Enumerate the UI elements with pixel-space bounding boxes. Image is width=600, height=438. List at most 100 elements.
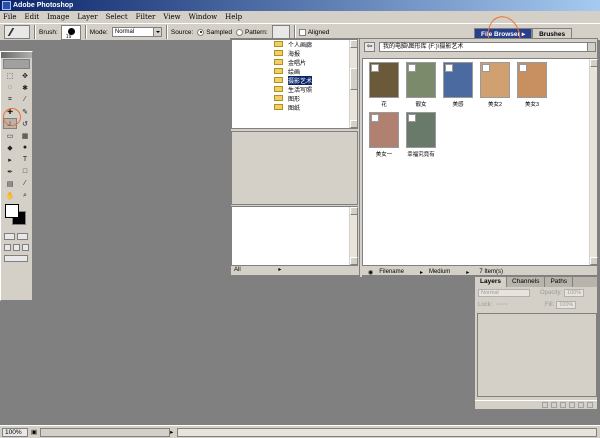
aligned-checkbox[interactable] bbox=[298, 28, 306, 36]
chevron-right-icon[interactable]: ▸ bbox=[278, 267, 281, 273]
thumbnail[interactable]: 美女3 bbox=[515, 62, 549, 112]
screen-mode-full-menu-icon[interactable] bbox=[13, 244, 20, 251]
thumbnail[interactable]: 花 bbox=[367, 62, 401, 112]
toolbox-header[interactable] bbox=[1, 52, 32, 58]
folder-icon bbox=[274, 86, 283, 92]
chevron-right-icon[interactable]: ▸ bbox=[170, 428, 173, 436]
eraser-tool-icon[interactable]: ▭ bbox=[3, 130, 17, 141]
marquee-tool-icon[interactable]: ⬚ bbox=[3, 70, 17, 81]
tab-channels[interactable]: Channels bbox=[507, 277, 546, 287]
magic-wand-icon[interactable]: ✱ bbox=[18, 82, 32, 93]
zoom-tool-icon[interactable]: ⌕ bbox=[18, 190, 32, 201]
healing-brush-icon[interactable]: ✚ bbox=[3, 106, 17, 117]
history-brush-icon[interactable]: ↺ bbox=[18, 118, 32, 129]
tree-item[interactable]: 生活写照 bbox=[274, 85, 312, 94]
new-layer-icon[interactable] bbox=[578, 402, 584, 408]
brush-picker[interactable]: 19 bbox=[60, 24, 81, 40]
tree-scrollbar[interactable] bbox=[349, 40, 357, 128]
scroll-up-icon[interactable] bbox=[350, 207, 358, 215]
status-scroll[interactable] bbox=[177, 427, 598, 437]
tree-item[interactable]: 海报 bbox=[274, 49, 300, 58]
screen-mode-full-icon[interactable] bbox=[22, 244, 29, 251]
type-tool-icon[interactable]: T bbox=[18, 154, 32, 165]
metadata-scrollbar[interactable] bbox=[349, 207, 358, 265]
thumbnail[interactable]: 靓女 bbox=[404, 62, 438, 112]
sampled-radio[interactable] bbox=[197, 28, 205, 36]
view-options-icon[interactable]: ◉ bbox=[368, 269, 373, 276]
thumbnail[interactable]: 美感 bbox=[441, 62, 475, 112]
menu-filter[interactable]: Filter bbox=[136, 13, 156, 21]
thumbnail[interactable]: 美女一 bbox=[367, 112, 401, 162]
opacity-field[interactable]: 100% bbox=[564, 289, 585, 297]
menu-window[interactable]: Window bbox=[189, 13, 218, 21]
scroll-down-icon[interactable] bbox=[350, 120, 357, 128]
thumbnails-scrollbar[interactable] bbox=[589, 59, 598, 265]
thumbnail-size[interactable]: Medium bbox=[429, 269, 450, 275]
quick-mask-icon[interactable] bbox=[17, 233, 28, 240]
scroll-up-icon[interactable] bbox=[590, 59, 598, 67]
menu-file[interactable]: File bbox=[3, 13, 16, 21]
tool-preset-picker[interactable] bbox=[4, 25, 30, 39]
menu-view[interactable]: View bbox=[163, 13, 180, 21]
lock-icons[interactable]: ▫▫▫▫ bbox=[496, 302, 509, 308]
blend-mode-select[interactable]: Normal bbox=[478, 289, 530, 297]
standard-mode-icon[interactable] bbox=[4, 233, 15, 240]
crop-tool-icon[interactable]: ⌗ bbox=[3, 94, 17, 105]
mode-select[interactable]: Normal bbox=[111, 27, 162, 37]
brush-tool-icon[interactable]: ✎ bbox=[18, 106, 32, 117]
tree-item[interactable]: 图形 bbox=[274, 94, 300, 103]
layer-mask-icon[interactable] bbox=[551, 402, 557, 408]
pattern-radio[interactable] bbox=[235, 28, 243, 36]
menu-layer[interactable]: Layer bbox=[77, 13, 97, 21]
menu-image[interactable]: Image bbox=[47, 13, 69, 21]
thumbnail-label: 幸福究竟有 bbox=[407, 152, 435, 158]
foreground-color[interactable] bbox=[5, 204, 19, 218]
pen-tool-icon[interactable]: ✒ bbox=[3, 166, 17, 177]
scroll-up-icon[interactable] bbox=[350, 40, 357, 48]
tab-layers[interactable]: Layers bbox=[475, 277, 507, 287]
chevron-right-icon[interactable]: ▸ bbox=[420, 269, 423, 276]
divider bbox=[34, 25, 35, 39]
move-tool-icon[interactable]: ✥ bbox=[18, 70, 32, 81]
clone-stamp-icon[interactable]: ⊥ bbox=[3, 118, 17, 129]
scroll-down-icon[interactable] bbox=[350, 257, 358, 265]
screen-mode-standard-icon[interactable] bbox=[4, 244, 11, 251]
adjustment-layer-icon[interactable] bbox=[569, 402, 575, 408]
tree-item-selected[interactable]: 摄影艺术 bbox=[274, 75, 313, 85]
trash-icon[interactable] bbox=[587, 402, 593, 408]
jump-to-imageready-icon[interactable] bbox=[4, 255, 28, 262]
layer-style-icon[interactable] bbox=[542, 402, 548, 408]
dodge-tool-icon[interactable]: ● bbox=[18, 142, 32, 153]
zoom-field[interactable]: 100% bbox=[2, 427, 28, 437]
notes-tool-icon[interactable]: ▤ bbox=[3, 178, 17, 189]
path-select-icon[interactable]: ▸ bbox=[3, 154, 17, 165]
scroll-thumb[interactable] bbox=[350, 68, 357, 90]
thumbnail[interactable]: 美女2 bbox=[478, 62, 512, 112]
tab-paths[interactable]: Paths bbox=[545, 277, 574, 287]
layer-set-icon[interactable] bbox=[560, 402, 566, 408]
adobe-logo-icon[interactable] bbox=[3, 59, 30, 69]
eyedropper-icon[interactable]: ⁄ bbox=[18, 178, 32, 189]
thumbnail[interactable]: 幸福究竟有 bbox=[404, 112, 438, 162]
tree-item[interactable]: 金唱片 bbox=[274, 58, 306, 67]
path-select[interactable]: 我的电脑\图形库 (F:)\摄影艺术 bbox=[379, 42, 596, 52]
hand-tool-icon[interactable]: ✋ bbox=[3, 190, 17, 201]
blur-tool-icon[interactable]: ◆ bbox=[3, 142, 17, 153]
sort-by[interactable]: Filename bbox=[379, 269, 404, 275]
menu-help[interactable]: Help bbox=[225, 13, 242, 21]
lasso-tool-icon[interactable]: ◌ bbox=[3, 82, 17, 93]
tree-item[interactable]: 个人画廊 bbox=[274, 40, 312, 49]
chevron-right-icon[interactable]: ▸ bbox=[466, 269, 469, 276]
menu-edit[interactable]: Edit bbox=[24, 13, 39, 21]
menu-select[interactable]: Select bbox=[106, 13, 128, 21]
up-folder-icon[interactable]: ⇦ bbox=[364, 42, 375, 52]
fill-field[interactable]: 100% bbox=[556, 301, 577, 309]
tree-item[interactable]: 绘画 bbox=[274, 67, 300, 76]
document-icon[interactable]: ▣ bbox=[31, 428, 37, 436]
metadata-filter[interactable]: All bbox=[234, 267, 241, 273]
shape-tool-icon[interactable]: □ bbox=[18, 166, 32, 177]
scroll-down-icon[interactable] bbox=[590, 257, 598, 265]
tree-item[interactable]: 图纸 bbox=[274, 103, 300, 112]
gradient-tool-icon[interactable]: ▦ bbox=[18, 130, 32, 141]
slice-tool-icon[interactable]: ⁄ bbox=[18, 94, 32, 105]
